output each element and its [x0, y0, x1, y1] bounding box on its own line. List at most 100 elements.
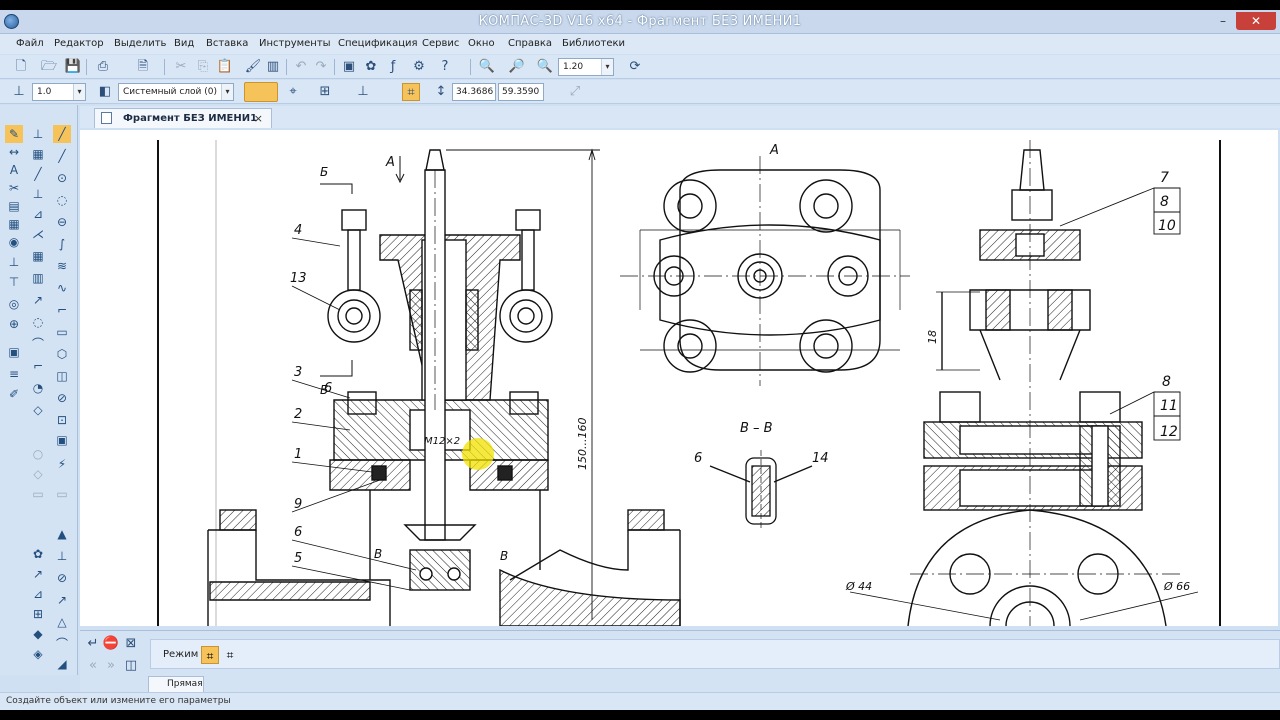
triangle-tool-icon[interactable]: △ [53, 613, 71, 631]
designations-panel-icon[interactable]: A [5, 161, 23, 179]
grid-icon[interactable]: ⊞ [316, 83, 334, 101]
close-window-button[interactable]: ✕ [1236, 12, 1276, 30]
macro-panel-icon[interactable]: ≡ [5, 365, 23, 383]
text-style-icon[interactable]: ▲ [53, 525, 71, 543]
refresh-view-icon[interactable]: ⟳ [626, 58, 644, 76]
circle-3pt-icon[interactable]: ◌ [53, 191, 71, 209]
measure-icon[interactable]: ⚙ [410, 58, 428, 76]
polygon-tool-icon[interactable]: ⬡ [53, 345, 71, 363]
brush-tool-icon[interactable]: ⚡ [53, 455, 71, 473]
table-style-icon[interactable]: ⊥ [53, 547, 71, 565]
pencil-panel-icon[interactable]: ✐ [5, 385, 23, 403]
line-style-combo[interactable]: 1.0 ▾ [32, 83, 86, 101]
save-icon[interactable]: 💾 [64, 58, 82, 76]
redo-icon[interactable]: ↷ [312, 58, 330, 76]
sheet-panel-icon[interactable]: ▣ [5, 343, 23, 361]
rect-tool-icon[interactable]: ▭ [53, 323, 71, 341]
new-file-icon[interactable]: 🗋 [12, 58, 30, 76]
paste-icon[interactable]: 📋 [216, 58, 234, 76]
edit-panel-icon[interactable]: ✂ [5, 179, 23, 197]
variables-icon[interactable]: ƒ [384, 58, 402, 76]
curve-tool-icon[interactable]: ≋ [53, 257, 71, 275]
pin-panel-icon[interactable]: ↵ [84, 635, 102, 653]
menu-editor[interactable]: Редактор [54, 38, 104, 49]
menu-window[interactable]: Окно [468, 38, 495, 49]
line-variant-icon[interactable]: ╱ [53, 147, 71, 165]
layer-combo[interactable]: Системный слой (0) ▾ [118, 83, 234, 101]
menu-libraries[interactable]: Библиотеки [562, 38, 625, 49]
segment-active-icon[interactable]: ╱ [53, 125, 71, 143]
minimize-button[interactable]: – [1212, 12, 1234, 30]
coord-y-field[interactable]: 59.3590 [498, 83, 544, 101]
insert-panel-icon[interactable]: ◎ [5, 295, 23, 313]
disabled-tool-icon[interactable]: ▭ [29, 485, 47, 503]
preview-icon[interactable]: 🗎 [134, 58, 152, 76]
spline-tool-icon[interactable]: ↗ [29, 565, 47, 583]
bisector-tool-icon[interactable]: ⊥ [29, 185, 47, 203]
parallel-tool-icon[interactable]: ▦ [29, 247, 47, 265]
pen-tool-icon[interactable]: ↗ [53, 591, 71, 609]
close-tab-icon[interactable]: × [254, 112, 263, 125]
ellipse-tool-icon[interactable]: ⊖ [53, 213, 71, 231]
axis-tool-icon[interactable]: ⊘ [53, 389, 71, 407]
zoom-out-icon[interactable]: 🔍 [536, 58, 554, 76]
manager-icon[interactable]: ▣ [340, 58, 358, 76]
chevron-down-icon[interactable]: ▾ [221, 84, 233, 100]
zoom-window-icon[interactable]: 🔎 [508, 58, 526, 76]
copy-icon[interactable]: ⎘ [194, 58, 212, 76]
menu-select[interactable]: Выделить [114, 38, 166, 49]
offset-tool-icon[interactable]: ⊞ [29, 605, 47, 623]
region-tool-icon[interactable]: ◈ [29, 645, 47, 663]
drawing-canvas[interactable]: 150...160 М12×2 А Б Б В В 4 13 3 6 2 1 9 [80, 130, 1278, 626]
menu-spec[interactable]: Спецификация [338, 38, 418, 49]
round-icon[interactable]: ⌗ [402, 83, 420, 101]
hatch-fill-icon[interactable]: ▣ [53, 431, 71, 449]
menu-insert[interactable]: Вставка [206, 38, 248, 49]
select-panel-icon[interactable]: ◉ [5, 233, 23, 251]
open-file-icon[interactable]: 🗁 [40, 58, 58, 76]
menu-file[interactable]: Файл [16, 38, 44, 49]
arc-3pt-icon[interactable]: ⌒ [53, 635, 71, 653]
menu-service[interactable]: Сервис [422, 38, 459, 49]
geometry-panel-icon[interactable]: ✎ [5, 125, 23, 143]
ortho-icon[interactable]: ⊥ [354, 83, 372, 101]
tangent-tool-icon[interactable]: ⋌ [29, 225, 47, 243]
auto-create-icon[interactable]: ⊠ [122, 635, 140, 653]
bezier-tool-icon[interactable]: ⊿ [29, 585, 47, 603]
aux-line-tool-icon[interactable]: ▥ [29, 269, 47, 287]
fillet-tool-icon[interactable]: ◔ [29, 379, 47, 397]
dimension-line-icon[interactable]: ◢ [53, 655, 71, 673]
disabled-tool-icon[interactable]: ○ [29, 445, 47, 463]
zoom-combo[interactable]: 1.20 ▾ [558, 58, 614, 76]
tree-icon[interactable]: ✿ [362, 58, 380, 76]
chamfer-tool-icon[interactable]: ◇ [29, 401, 47, 419]
prev-object-icon[interactable]: « [84, 657, 102, 675]
chevron-down-icon[interactable]: ▾ [601, 59, 613, 75]
help-cursor-icon[interactable]: ? [436, 58, 454, 76]
polyline-tool-icon[interactable]: ⌐ [29, 357, 47, 375]
dimension-tool-icon[interactable]: ◫ [53, 367, 71, 385]
pin-icon[interactable]: ⤢ [566, 83, 584, 101]
arc-tool-icon[interactable]: ◌ [29, 313, 47, 331]
line-style-icon[interactable]: ⊥ [10, 83, 28, 101]
mode-break-icon[interactable]: ⌗ [221, 646, 239, 664]
properties-brush-icon[interactable]: 🖌 [244, 58, 262, 76]
print-icon[interactable]: ⎙ [94, 58, 112, 76]
library-icon[interactable]: ▥ [264, 58, 282, 76]
cursor-coords-icon[interactable]: ↕ [432, 83, 450, 101]
wave-tool-icon[interactable]: ∿ [53, 279, 71, 297]
contour-tool-icon[interactable]: ◆ [29, 625, 47, 643]
property-tab-line[interactable]: Прямая [148, 676, 204, 693]
views-panel-icon[interactable]: ⊕ [5, 315, 23, 333]
menu-tools[interactable]: Инструменты [259, 38, 331, 49]
circle-tool-icon[interactable]: ⊙ [53, 169, 71, 187]
point-tool-icon[interactable]: ⊥ [29, 125, 47, 143]
bolt-tool-icon[interactable]: ⊡ [53, 411, 71, 429]
snap-icon[interactable]: ⌖ [284, 83, 302, 101]
cut-icon[interactable]: ✂ [172, 58, 190, 76]
chevron-down-icon[interactable]: ▾ [73, 84, 85, 100]
dimensions-panel-icon[interactable]: ↔ [5, 143, 23, 161]
zoom-in-icon[interactable]: 🔍 [478, 58, 496, 76]
corner-tool-icon[interactable]: ⌐ [53, 301, 71, 319]
nurbs-tool-icon[interactable]: ✿ [29, 545, 47, 563]
